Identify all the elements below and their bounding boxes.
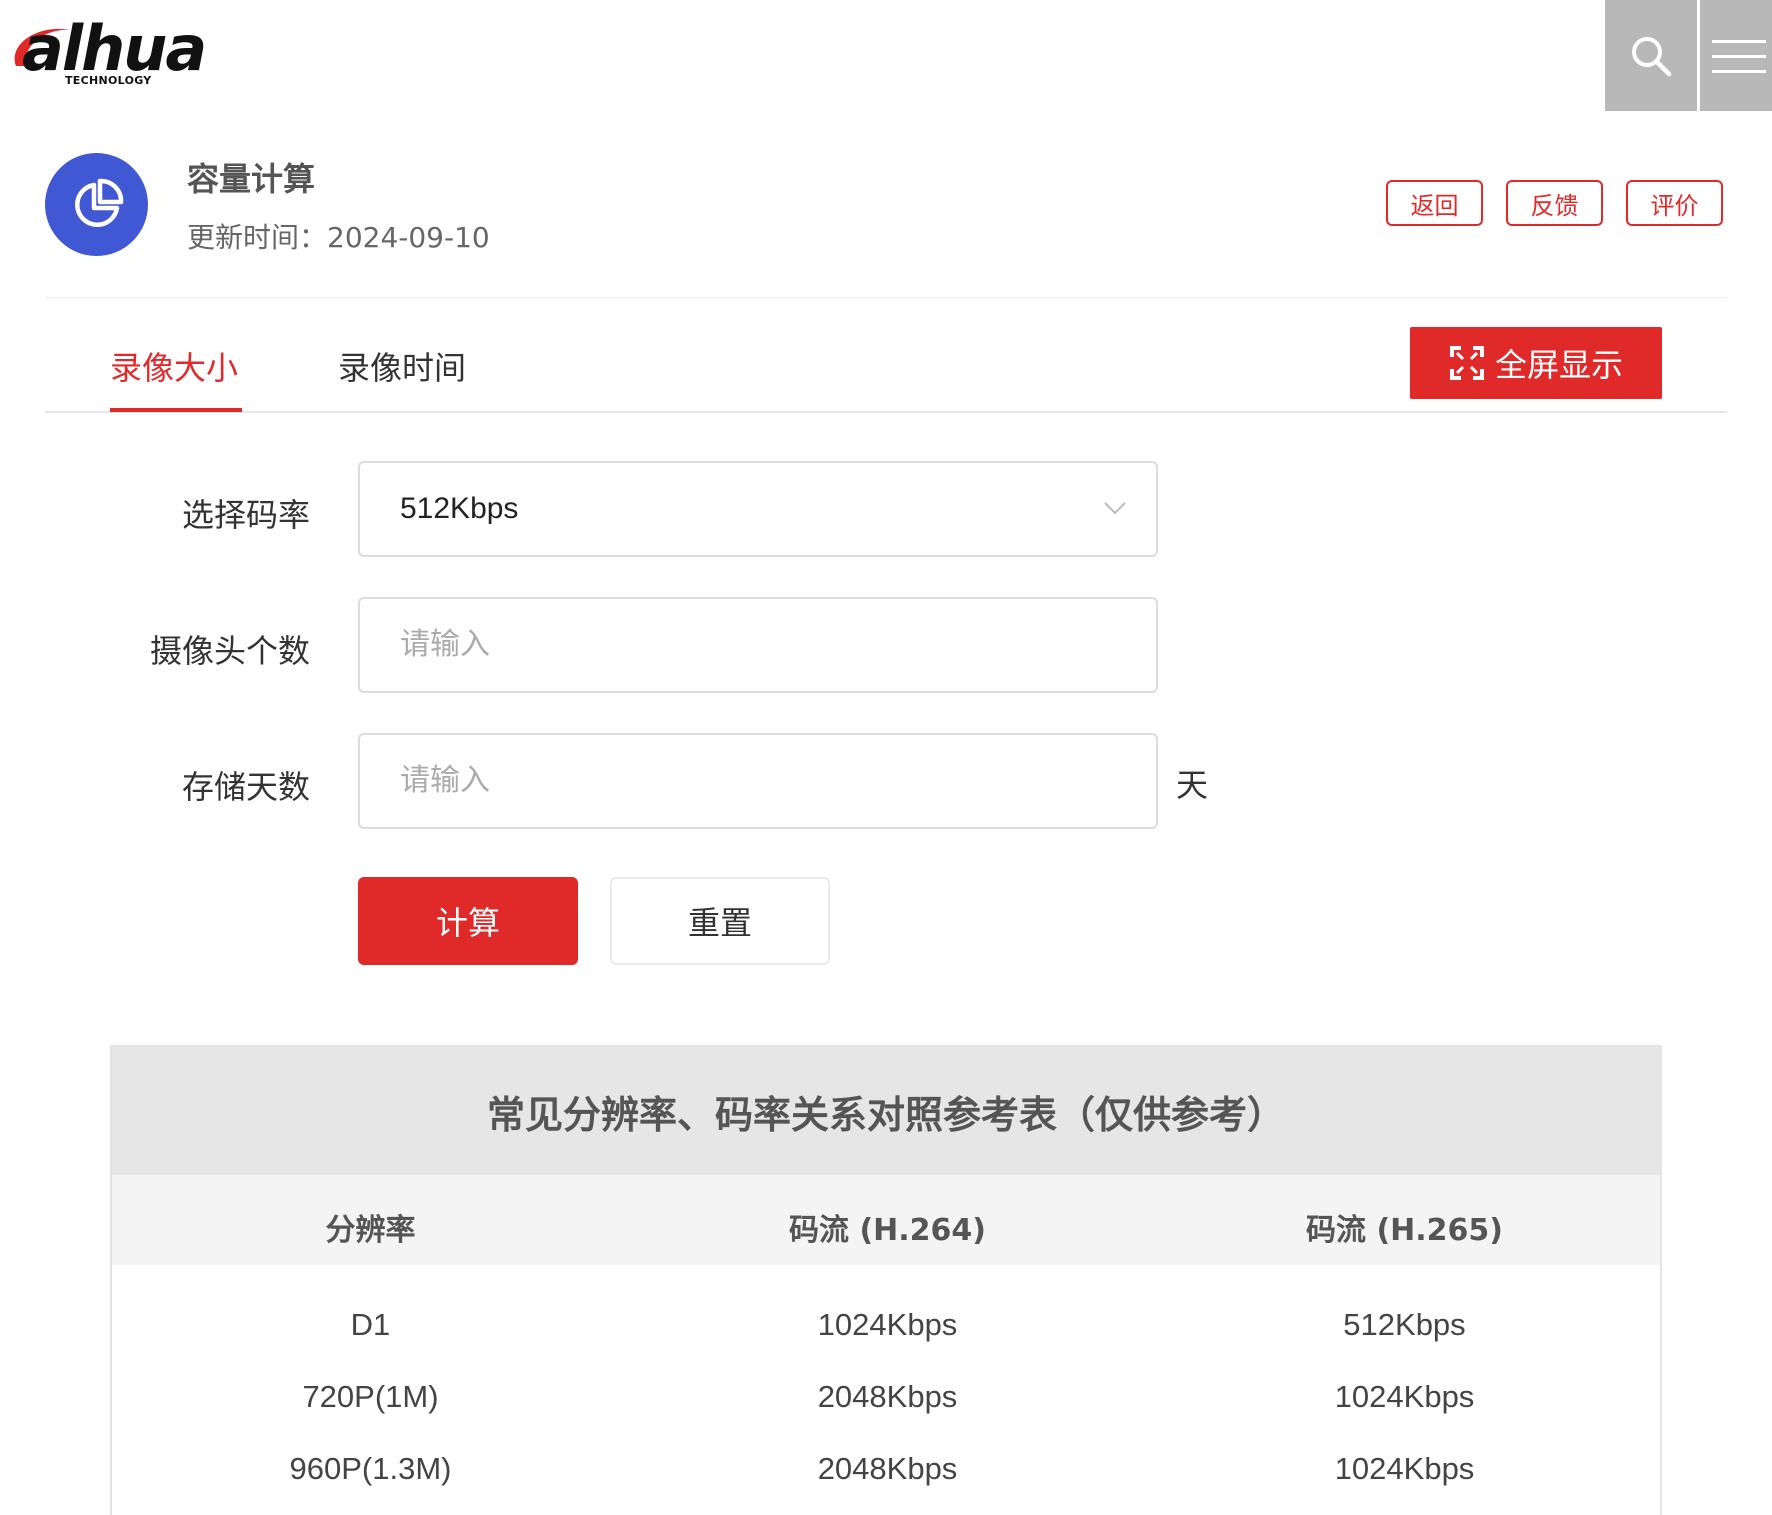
bitrate-label: 选择码率 [181,496,310,534]
fullscreen-label: 全屏显示 [1494,346,1623,384]
menu-button[interactable] [1700,0,1772,111]
bitrate-select[interactable]: 512Kbps [358,461,1158,557]
table-cell: 512Kbps [1343,1307,1466,1342]
back-button[interactable]: 返回 [1386,180,1483,226]
table-cell: 2048Kbps [817,1451,958,1486]
page-title: 容量计算 [187,160,316,198]
tab-record-time[interactable]: 录像时间 [338,343,466,389]
app-icon [45,153,148,256]
tabs-divider [45,411,1727,413]
header-divider [45,297,1727,298]
days-label: 存储天数 [181,768,310,806]
active-tab-indicator [110,408,242,412]
calculate-button[interactable]: 计算 [358,877,578,965]
rate-button[interactable]: 评价 [1626,180,1723,226]
pie-chart-icon [74,178,123,227]
chevron-down-icon [1104,502,1126,515]
search-icon [1632,36,1672,76]
days-input[interactable] [400,735,1156,827]
header-resolution: 分辨率 [325,1213,416,1248]
table-cell: 1024Kbps [1334,1379,1475,1414]
header-h265: 码流 (H.265) [1306,1213,1503,1248]
fullscreen-button[interactable]: 全屏显示 [1410,327,1662,399]
reset-button[interactable]: 重置 [610,877,830,965]
updated-time: 更新时间：2024-09-10 [187,221,490,254]
table-cell: 960P(1.3M) [289,1451,452,1486]
feedback-button[interactable]: 反馈 [1506,180,1603,226]
bitrate-value: 512Kbps [400,492,519,525]
hamburger-icon [1712,39,1766,73]
reference-header-row: 分辨率 码流 (H.264) 码流 (H.265) [112,1175,1660,1265]
reference-title: 常见分辨率、码率关系对照参考表（仅供参考） [112,1047,1660,1175]
table-cell: 1024Kbps [817,1307,958,1342]
top-bar: alhua TECHNOLOGY [0,0,1772,111]
tab-record-size[interactable]: 录像大小 [110,343,238,389]
header-h264: 码流 (H.264) [789,1213,986,1248]
table-cell: 2048Kbps [817,1379,958,1414]
cameras-input[interactable] [400,599,1156,691]
table-cell: D1 [350,1307,391,1342]
days-field [358,733,1158,829]
table-cell: 720P(1M) [302,1379,439,1414]
table-cell: 1024Kbps [1334,1451,1475,1486]
search-button[interactable] [1605,0,1697,111]
fullscreen-icon [1449,346,1484,380]
days-unit: 天 [1176,766,1209,804]
brand-logo-tag: TECHNOLOGY [65,74,152,87]
cameras-label: 摄像头个数 [149,632,310,670]
brand-logo-text: alhua [22,12,207,85]
reference-table: 常见分辨率、码率关系对照参考表（仅供参考） 分辨率 码流 (H.264) 码流 … [110,1045,1662,1515]
brand-logo[interactable]: alhua TECHNOLOGY [8,14,228,92]
cameras-field [358,597,1158,693]
